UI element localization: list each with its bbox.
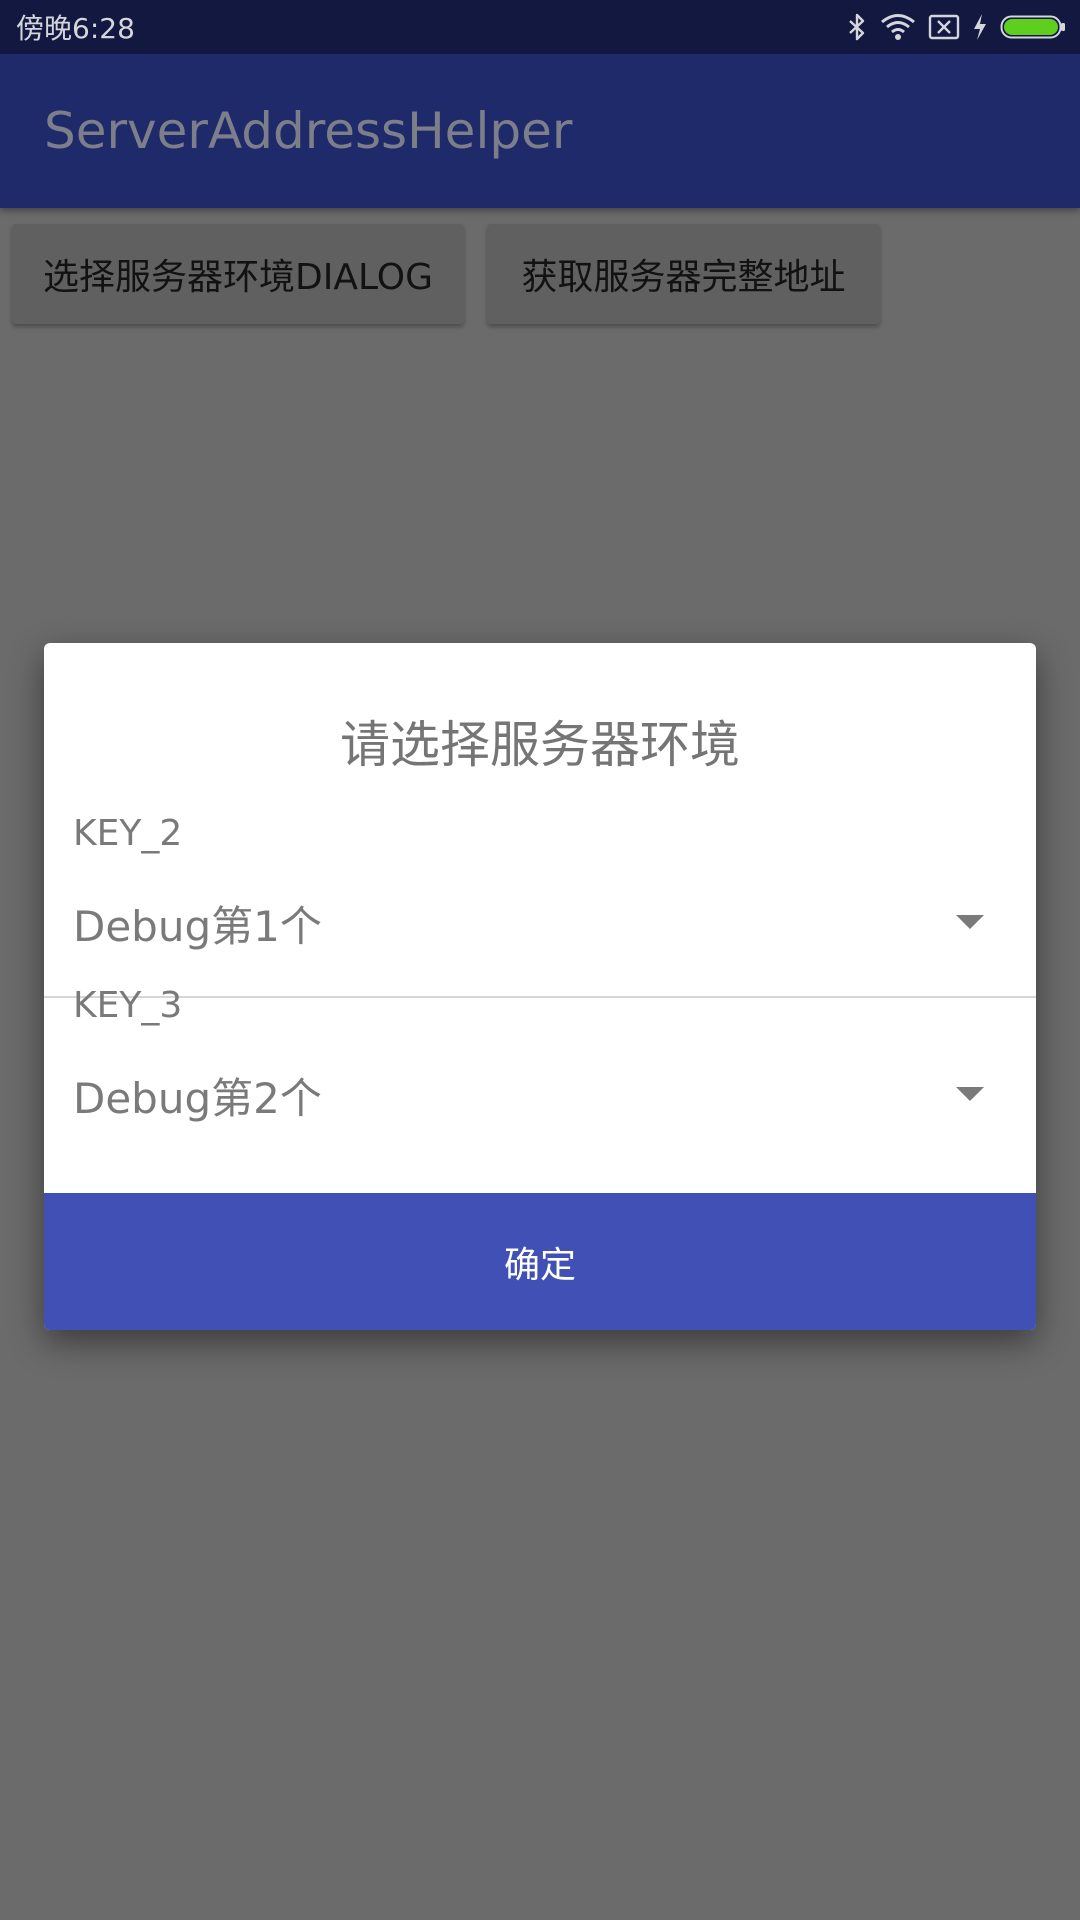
battery-icon (1000, 13, 1066, 41)
env-field-key2: KEY_2 Debug第1个 (44, 813, 1036, 983)
spinner-selected-value: Debug第2个 (73, 1074, 322, 1123)
wifi-icon (880, 13, 916, 41)
dropdown-arrow-icon (956, 915, 984, 929)
server-env-dialog: 请选择服务器环境 KEY_2 Debug第1个 KEY_3 Debug第2个 确… (44, 643, 1036, 1330)
status-time: 傍晚6:28 (16, 12, 135, 45)
charging-bolt-icon (972, 13, 988, 41)
field-key-label: KEY_2 (73, 813, 183, 854)
dialog-title: 请选择服务器环境 (340, 716, 740, 774)
confirm-button[interactable]: 确定 (44, 1193, 1036, 1330)
env-spinner-key2[interactable]: Debug第1个 (44, 873, 1036, 963)
app-bar: ServerAddressHelper (0, 54, 1080, 208)
spinner-selected-value: Debug第1个 (73, 902, 322, 951)
field-key-label: KEY_3 (73, 985, 183, 1026)
bluetooth-icon (846, 13, 868, 41)
app-title: ServerAddressHelper (44, 102, 573, 160)
main-content: 选择服务器环境DIALOG 获取服务器完整地址 (0, 208, 1080, 338)
env-spinner-key3[interactable]: Debug第2个 (44, 1045, 1036, 1135)
get-full-address-button[interactable]: 获取服务器完整地址 (487, 224, 880, 324)
dropdown-arrow-icon (956, 1087, 984, 1101)
status-bar: 傍晚6:28 (0, 0, 1080, 54)
status-icons (846, 13, 1066, 41)
select-env-dialog-button[interactable]: 选择服务器环境DIALOG (12, 224, 464, 324)
sim-card-x-icon (928, 13, 960, 41)
env-field-key3: KEY_3 Debug第2个 (44, 985, 1036, 1155)
